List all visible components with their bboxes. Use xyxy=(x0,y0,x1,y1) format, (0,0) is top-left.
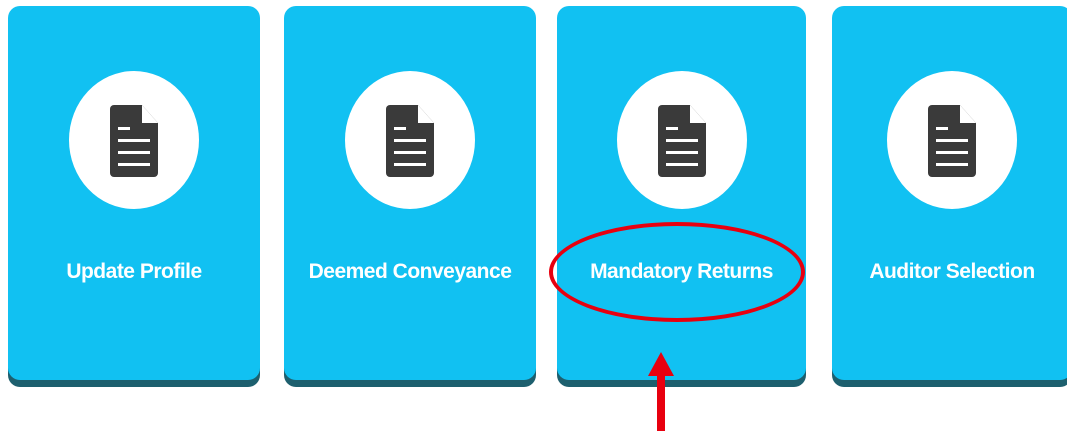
update-profile-tile[interactable]: Update Profile xyxy=(8,6,260,380)
icon-circle xyxy=(887,71,1017,209)
icon-circle xyxy=(345,71,475,209)
tile-label: Deemed Conveyance xyxy=(308,260,512,283)
document-icon xyxy=(928,105,976,177)
icon-circle xyxy=(69,71,199,209)
document-icon xyxy=(386,105,434,177)
dashboard-tiles: Update Profile Deemed Conveyance Mandato… xyxy=(0,0,1067,431)
document-icon xyxy=(657,105,706,177)
mandatory-returns-tile[interactable]: Mandatory Returns xyxy=(557,6,806,380)
tile-label: Auditor Selection xyxy=(869,260,1035,283)
auditor-selection-tile[interactable]: Auditor Selection xyxy=(832,6,1067,380)
icon-circle xyxy=(616,71,747,209)
tile-label: Mandatory Returns xyxy=(590,260,773,283)
tile-label: Update Profile xyxy=(66,260,202,283)
deemed-conveyance-tile[interactable]: Deemed Conveyance xyxy=(284,6,536,380)
document-icon xyxy=(110,105,158,177)
